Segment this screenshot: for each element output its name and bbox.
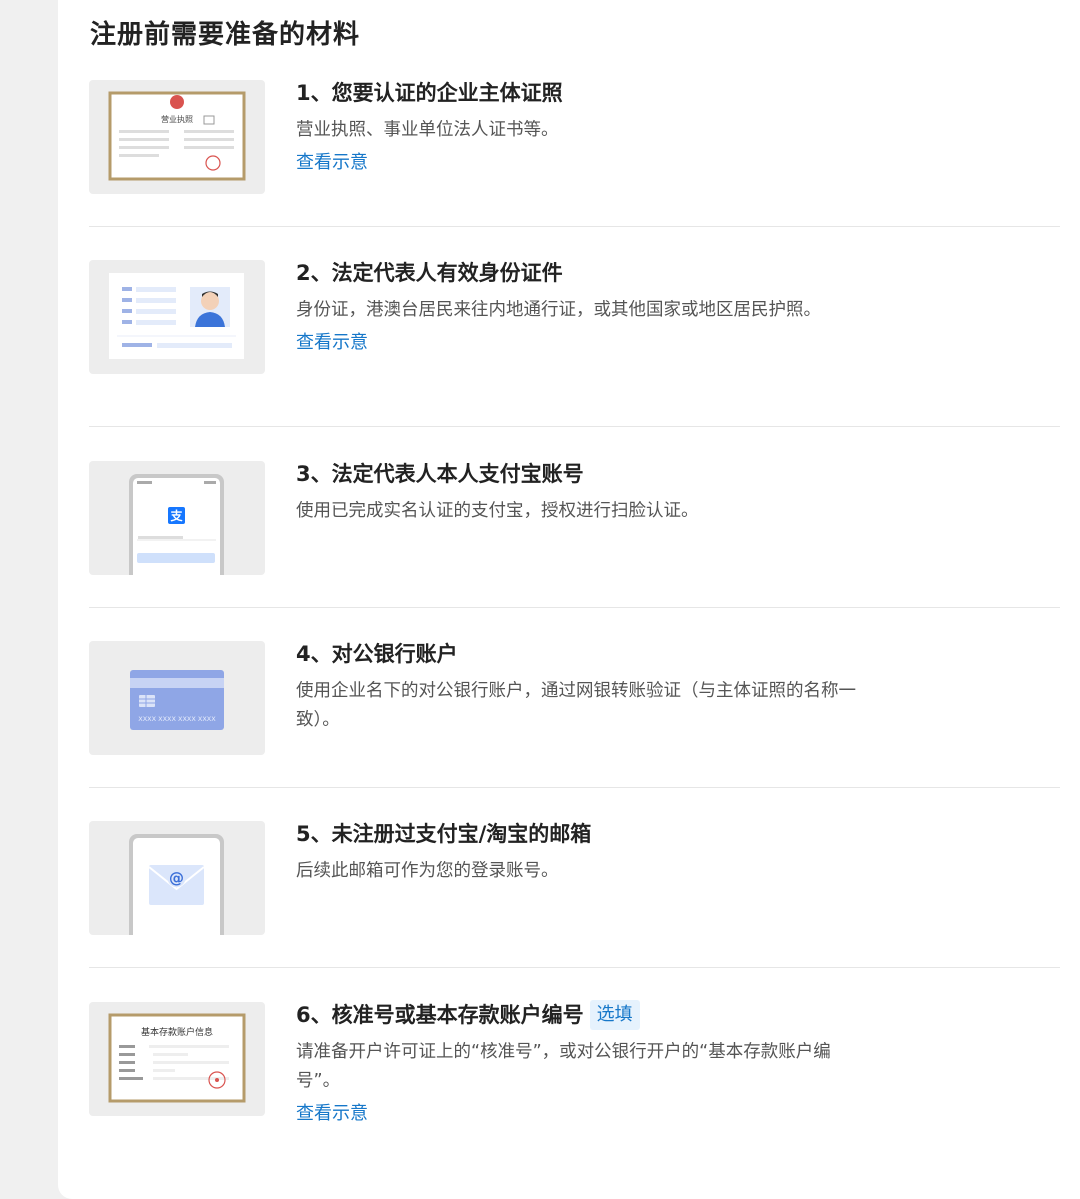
svg-text:营业执照: 营业执照 [161,114,193,124]
item-description: 请准备开户许可证上的“核准号”，或对公银行开户的“基本存款账户编号”。 [296,1042,831,1091]
item-title: 3、法定代表人本人支付宝账号 [296,462,584,486]
list-item-business-license: 营业执照 1、您要认证的企业主体证照 营业执照、事业单位法人证书等。 查看示意 [89,48,1060,228]
item-title: 2、法定代表人有效身份证件 [296,261,563,285]
svg-text:支: 支 [169,508,183,523]
item-description: 使用企业名下的对公银行账户，通过网银转账验证（与主体证照的名称一致）。 [296,681,856,730]
id-card-icon [89,260,265,374]
list-item-alipay-account: 支 3、法定代表人本人支付宝账号 使用已完成实名认证的支付宝，授权进行扫脸认证。 [89,429,1060,609]
svg-text:@: @ [169,869,184,887]
item-title: 4、对公银行账户 [296,642,458,666]
view-example-link[interactable]: 查看示意 [296,1100,866,1128]
divider [89,967,1060,968]
item-body: 6、核准号或基本存款账户编号 选填 请准备开户许可证上的“核准号”，或对公银行开户… [296,1000,866,1128]
svg-text:XXXX XXXX XXXX XXXX: XXXX XXXX XXXX XXXX [138,715,216,723]
item-title: 5、未注册过支付宝/淘宝的邮箱 [296,822,592,846]
view-example-link[interactable]: 查看示意 [296,149,866,177]
divider [89,787,1060,788]
business-license-icon: 营业执照 [89,80,265,194]
page-title: 注册前需要准备的材料 [90,20,361,50]
item-description: 身份证，港澳台居民来往内地通行证，或其他国家或地区居民护照。 [296,300,821,320]
bank-card-icon: XXXX XXXX XXXX XXXX [89,641,265,755]
item-title: 6、核准号或基本存款账户编号 选填 [296,1000,866,1030]
item-description: 后续此邮箱可作为您的登录账号。 [296,861,559,881]
alipay-phone-icon: 支 [89,461,265,575]
item-body: 4、对公银行账户 使用企业名下的对公银行账户，通过网银转账验证（与主体证照的名称… [296,639,866,735]
list-item-legal-rep-id: 2、法定代表人有效身份证件 身份证，港澳台居民来往内地通行证，或其他国家或地区居… [89,228,1060,427]
item-body: 1、您要认证的企业主体证照 营业执照、事业单位法人证书等。 查看示意 [296,78,866,177]
item-title-text: 6、核准号或基本存款账户编号 [296,1003,584,1027]
divider [89,226,1060,227]
view-example-link[interactable]: 查看示意 [296,329,866,357]
item-description: 使用已完成实名认证的支付宝，授权进行扫脸认证。 [296,501,699,521]
list-item-bank-account: XXXX XXXX XXXX XXXX 4、对公银行账户 使用企业名下的对公银行… [89,609,1060,789]
item-body: 2、法定代表人有效身份证件 身份证，港澳台居民来往内地通行证，或其他国家或地区居… [296,258,866,357]
svg-text:基本存款账户信息: 基本存款账户信息 [141,1026,213,1038]
item-body: 3、法定代表人本人支付宝账号 使用已完成实名认证的支付宝，授权进行扫脸认证。 [296,459,866,526]
email-phone-icon: @ [89,821,265,935]
list-item-approval-number: 基本存款账户信息 6、核准号或基本存款账户编号 选填 请准备开户许可证上的“核准号… [89,970,1060,1150]
item-title: 1、您要认证的企业主体证照 [296,81,563,105]
item-body: 5、未注册过支付宝/淘宝的邮箱 后续此邮箱可作为您的登录账号。 [296,819,866,886]
list-item-email: @ 5、未注册过支付宝/淘宝的邮箱 后续此邮箱可作为您的登录账号。 [89,789,1060,969]
divider [89,426,1060,427]
divider [89,607,1060,608]
optional-badge: 选填 [589,1000,640,1030]
item-description: 营业执照、事业单位法人证书等。 [296,120,559,140]
account-certificate-icon: 基本存款账户信息 [89,1002,265,1116]
